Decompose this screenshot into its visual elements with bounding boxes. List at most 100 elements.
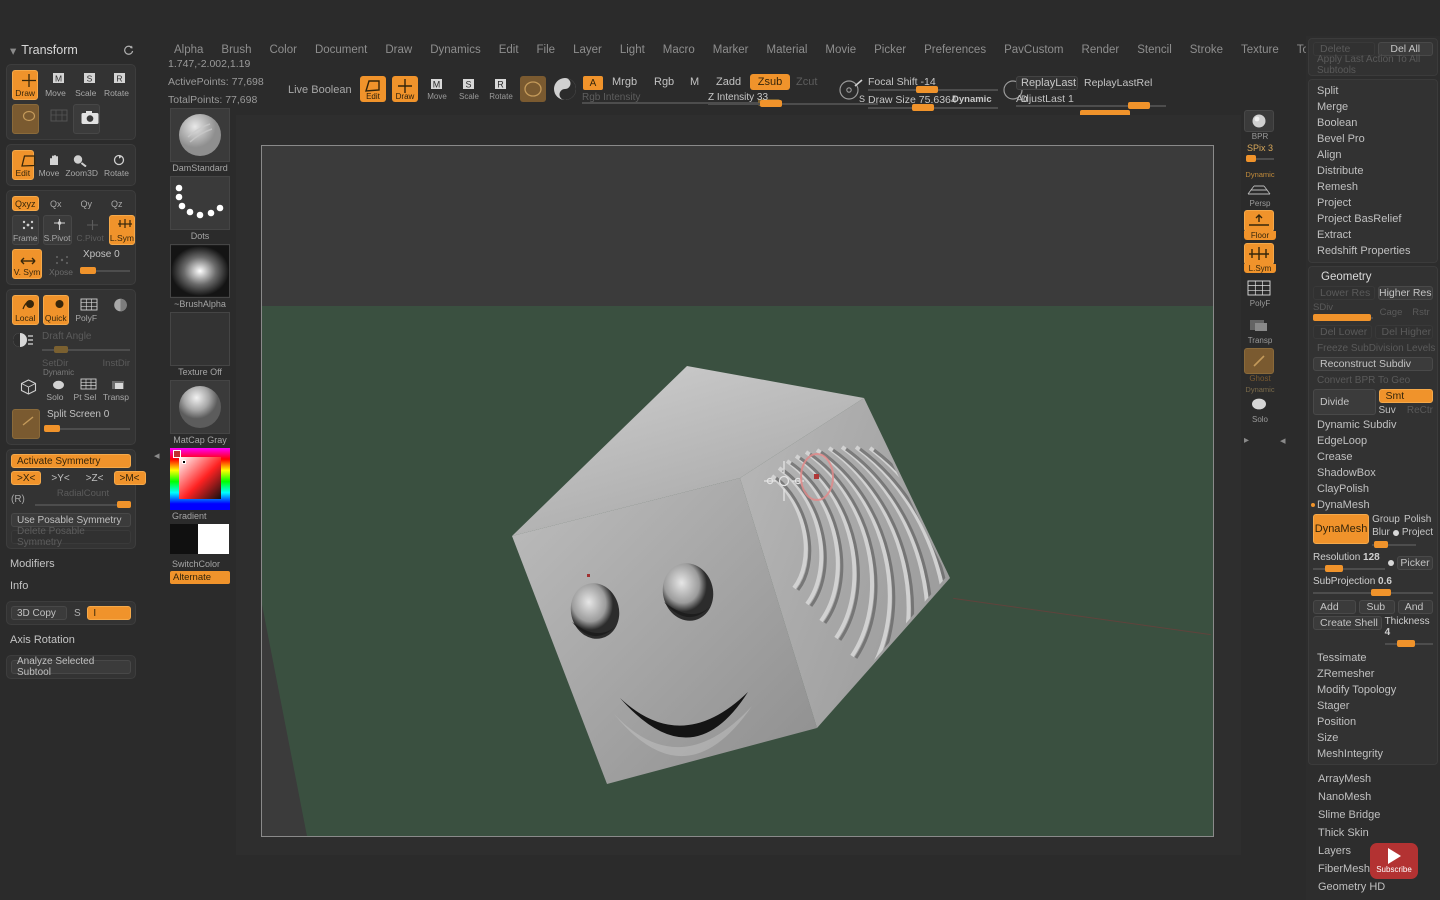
draft-angle-slider[interactable] xyxy=(42,345,130,355)
geometry-header[interactable]: Geometry xyxy=(1309,269,1437,285)
position-button[interactable]: Position xyxy=(1309,714,1437,730)
transp-button[interactable]: Transp xyxy=(1244,314,1276,345)
symmetry-x-button[interactable]: >X< xyxy=(11,471,41,485)
slider-knob[interactable] xyxy=(1128,102,1150,109)
menu-item-file[interactable]: File xyxy=(528,44,565,56)
delete-posable-symmetry-button[interactable]: Delete Posable Symmetry xyxy=(11,530,131,544)
slider-knob[interactable] xyxy=(760,100,782,107)
menu-item-pavcustom[interactable]: PavCustom xyxy=(995,44,1072,56)
slider-knob[interactable] xyxy=(1397,640,1415,647)
bpr-button[interactable]: BPR xyxy=(1244,110,1276,141)
persp-icon-box[interactable] xyxy=(1244,177,1274,199)
menu-item-macro[interactable]: Macro xyxy=(654,44,704,56)
x-axis-toggle[interactable]: Qx xyxy=(43,196,70,211)
edit-mode-button[interactable]: Edit xyxy=(360,76,386,102)
brush-thumbnail[interactable] xyxy=(170,108,230,162)
dynamic-toggle[interactable]: Dynamic xyxy=(952,94,992,105)
alpha-toggle-button[interactable]: A xyxy=(583,76,603,90)
alternate-button[interactable]: Alternate xyxy=(170,571,230,584)
zsub-button[interactable]: Zsub xyxy=(750,74,790,90)
spivot-tile[interactable]: S.Pivot xyxy=(43,215,72,245)
apply-last-action-button[interactable]: Apply Last Action To All Subtools xyxy=(1309,57,1437,73)
zcut-button[interactable]: Zcut xyxy=(796,76,817,88)
solo-button[interactable]: Dynamic Solo xyxy=(1244,385,1276,424)
subprojection-slider[interactable] xyxy=(1313,588,1433,598)
blur-slider[interactable] xyxy=(1372,540,1416,550)
stroke-thumbnail[interactable] xyxy=(170,176,230,230)
panel-collapse-icon[interactable]: ▾ xyxy=(10,43,16,58)
xpose-slider[interactable] xyxy=(80,266,130,276)
quick-tile[interactable]: Quick xyxy=(43,295,70,325)
canvas-collapse-icon[interactable]: ▸ xyxy=(1244,435,1252,475)
merge-button[interactable]: Merge xyxy=(1309,99,1437,115)
menu-item-layer[interactable]: Layer xyxy=(564,44,611,56)
symmetry-z-button[interactable]: >Z< xyxy=(80,471,110,485)
scale-tile[interactable]: S Scale xyxy=(73,70,99,100)
arraymesh-button[interactable]: ArrayMesh xyxy=(1306,770,1440,788)
sub-button[interactable]: Sub xyxy=(1359,600,1394,614)
material-tile[interactable] xyxy=(12,104,39,134)
slider-knob[interactable] xyxy=(1325,565,1343,572)
rotate-tile[interactable]: R Rotate xyxy=(103,70,130,100)
geometry-hd-button[interactable]: Geometry HD xyxy=(1306,878,1440,896)
polish-label[interactable]: Polish xyxy=(1404,514,1433,525)
slider-knob[interactable] xyxy=(1371,589,1391,596)
cpivot-tile[interactable]: C.Pivot xyxy=(76,215,105,245)
viewport-3d[interactable] xyxy=(261,145,1214,837)
right-panel-collapse-icon[interactable]: ◂ xyxy=(1280,425,1290,455)
slider-knob[interactable] xyxy=(1313,314,1371,321)
split-button[interactable]: Split xyxy=(1309,83,1437,99)
picker-button[interactable]: Picker xyxy=(1397,556,1433,570)
replay-last-rel-button[interactable]: ReplayLastRel xyxy=(1084,77,1152,89)
replay-last-button[interactable]: ReplayLast xyxy=(1016,76,1078,90)
ghost-button[interactable]: Ghost xyxy=(1244,348,1276,383)
cage-button[interactable]: Cage xyxy=(1376,307,1406,318)
axis-rotation-section[interactable]: Axis Rotation xyxy=(0,629,142,651)
draw-mode-button[interactable]: Draw xyxy=(392,76,418,102)
floor-icon-box[interactable] xyxy=(1244,210,1274,232)
menu-item-texture[interactable]: Texture xyxy=(1232,44,1288,56)
menu-item-document[interactable]: Document xyxy=(306,44,376,56)
material-slot[interactable]: MatCap Gray xyxy=(170,380,230,445)
modify-topology-button[interactable]: Modify Topology xyxy=(1309,682,1437,698)
dynamesh-header-button[interactable]: DynaMesh xyxy=(1309,497,1437,513)
bpr-icon-box[interactable] xyxy=(1244,110,1274,132)
zadd-button[interactable]: Zadd xyxy=(716,76,741,88)
add-button[interactable]: Add xyxy=(1313,600,1356,614)
menu-item-marker[interactable]: Marker xyxy=(704,44,758,56)
rotate-mode-button[interactable]: R Rotate xyxy=(488,76,514,102)
remesh-button[interactable]: Remesh xyxy=(1309,179,1437,195)
slider-knob[interactable] xyxy=(916,86,938,93)
menu-item-brush[interactable]: Brush xyxy=(212,44,260,56)
transp-ghost-tile[interactable] xyxy=(43,104,70,134)
del-higher-button[interactable]: Del Higher xyxy=(1375,325,1434,339)
menu-item-movie[interactable]: Movie xyxy=(816,44,865,56)
menu-item-stroke[interactable]: Stroke xyxy=(1181,44,1232,56)
reconstruct-subdiv-button[interactable]: Reconstruct Subdiv xyxy=(1313,357,1433,371)
material-preview-swatch[interactable] xyxy=(520,76,546,102)
redshift-properties-button[interactable]: Redshift Properties xyxy=(1309,243,1437,259)
menu-item-edit[interactable]: Edit xyxy=(490,44,528,56)
copy3d-button[interactable]: 3D Copy xyxy=(11,606,67,620)
alpha-slot[interactable]: ~BrushAlpha xyxy=(170,244,230,309)
suv-button[interactable]: Suv xyxy=(1379,405,1403,416)
project-toggle-label[interactable]: Project xyxy=(1402,527,1433,538)
menu-item-render[interactable]: Render xyxy=(1073,44,1129,56)
edgeloop-button[interactable]: EdgeLoop xyxy=(1309,433,1437,449)
activate-symmetry-button[interactable]: Activate Symmetry xyxy=(11,454,131,468)
shadowbox-button[interactable]: ShadowBox xyxy=(1309,465,1437,481)
claypolish-button[interactable]: ClayPolish xyxy=(1309,481,1437,497)
size-button[interactable]: Size xyxy=(1309,730,1437,746)
dynamic-subdiv-button[interactable]: Dynamic Subdiv xyxy=(1309,417,1437,433)
project-button[interactable]: Project xyxy=(1309,195,1437,211)
spix-slider[interactable] xyxy=(1246,154,1274,164)
persp-tile[interactable] xyxy=(104,295,131,325)
meshintegrity-button[interactable]: MeshIntegrity xyxy=(1309,746,1437,762)
subscribe-overlay[interactable]: Subscribe xyxy=(1370,843,1418,879)
sdiv-slider[interactable] xyxy=(1313,313,1373,323)
higher-res-button[interactable]: Higher Res xyxy=(1378,286,1434,300)
smt-button[interactable]: Smt xyxy=(1379,389,1434,403)
rectr-button[interactable]: ReCtr xyxy=(1407,405,1433,416)
dynamesh-button[interactable]: DynaMesh xyxy=(1313,514,1369,544)
align-button[interactable]: Align xyxy=(1309,147,1437,163)
